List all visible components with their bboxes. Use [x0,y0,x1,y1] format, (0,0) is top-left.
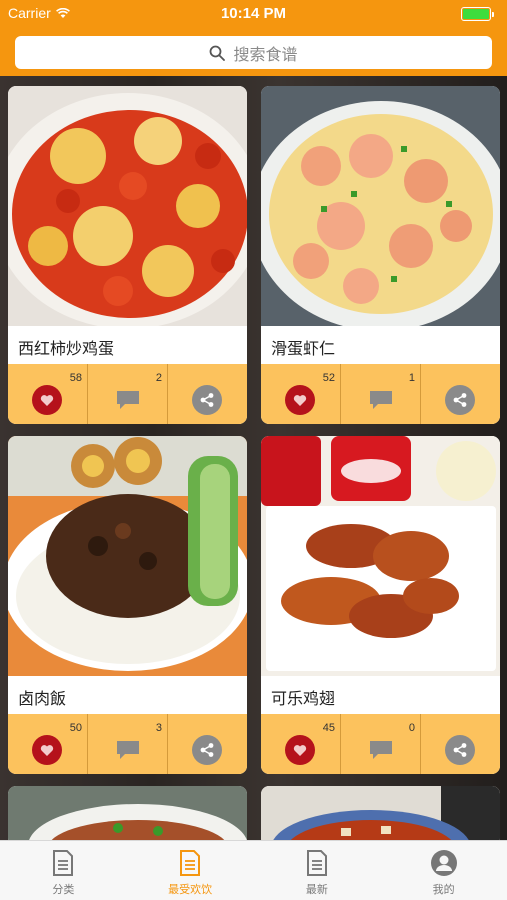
share-icon [445,735,475,765]
document-icon [53,850,74,876]
comment-icon [117,391,139,409]
search-icon [210,45,226,61]
comment-button[interactable]: 2 [88,364,168,424]
recipe-title: 可乐鸡翅 [261,676,500,714]
user-icon [430,850,457,876]
comment-button[interactable]: 0 [341,714,421,774]
tab-newest[interactable]: 最新 [254,841,381,900]
like-count: 58 [69,372,82,384]
recipe-card-partial[interactable] [8,786,247,840]
recipe-photo [8,86,247,326]
comment-icon [117,741,139,759]
comment-button[interactable]: 1 [341,364,421,424]
comment-button[interactable]: 3 [88,714,168,774]
share-button[interactable] [421,364,500,424]
recipe-title: 西红柿炒鸡蛋 [8,326,247,364]
recipe-card[interactable]: 滑蛋虾仁 52 1 [261,86,500,424]
share-button[interactable] [168,714,247,774]
like-count: 52 [322,372,335,384]
tab-label: 分类 [52,884,75,896]
search-placeholder: 搜索食谱 [233,46,298,64]
document-icon [180,850,201,876]
share-icon [192,735,222,765]
like-button[interactable]: 52 [261,364,341,424]
share-icon [445,385,475,415]
recipe-title: 滑蛋虾仁 [261,326,500,364]
share-button[interactable] [168,364,247,424]
recipe-card[interactable]: 可乐鸡翅 45 0 [261,436,500,774]
like-count: 45 [322,722,335,734]
like-button[interactable]: 45 [261,714,341,774]
tab-category[interactable]: 分类 [0,841,127,900]
tab-bar: 分类 最受欢饮 最新 我的 [0,840,507,900]
battery-icon [461,7,497,21]
status-bar: Carrier 10:14 PM [0,0,507,28]
recipe-photo [8,786,247,840]
comment-count: 0 [408,722,415,734]
tab-mine[interactable]: 我的 [380,841,507,900]
search-input[interactable]: 搜索食谱 [15,36,492,69]
recipe-photo [261,436,500,676]
heart-icon [285,385,315,415]
recipe-photo [8,436,247,676]
comment-icon [370,391,392,409]
recipe-card[interactable]: 卤肉飯 50 3 [8,436,247,774]
recipe-actions: 50 3 [8,714,247,774]
recipe-card-partial[interactable] [261,786,500,840]
recipe-actions: 58 2 [8,364,247,424]
recipe-actions: 52 1 [261,364,500,424]
heart-icon [32,735,62,765]
recipe-photo [261,86,500,326]
heart-icon [285,735,315,765]
recipe-card[interactable]: 西红柿炒鸡蛋 58 2 [8,86,247,424]
tab-label: 最新 [305,884,328,896]
recipe-grid: 西红柿炒鸡蛋 58 2 滑蛋虾仁 52 1 卤肉飯 50 3 可乐鸡翅 45 0 [0,76,507,840]
recipe-actions: 45 0 [261,714,500,774]
nav-bar: 搜索食谱 [0,28,507,76]
tab-label: 最受欢饮 [168,884,213,896]
comment-icon [370,741,392,759]
like-button[interactable]: 58 [8,364,88,424]
document-icon [306,850,327,876]
share-button[interactable] [421,714,500,774]
share-icon [192,385,222,415]
clock: 10:14 PM [220,5,287,22]
tab-label: 我的 [432,884,455,896]
like-count: 50 [69,722,82,734]
recipe-title: 卤肉飯 [8,676,247,714]
recipe-photo [261,786,500,840]
comment-count: 3 [155,722,162,734]
comment-count: 1 [408,372,415,384]
heart-icon [32,385,62,415]
tab-most-popular[interactable]: 最受欢饮 [127,841,254,900]
comment-count: 2 [155,372,162,384]
like-button[interactable]: 50 [8,714,88,774]
